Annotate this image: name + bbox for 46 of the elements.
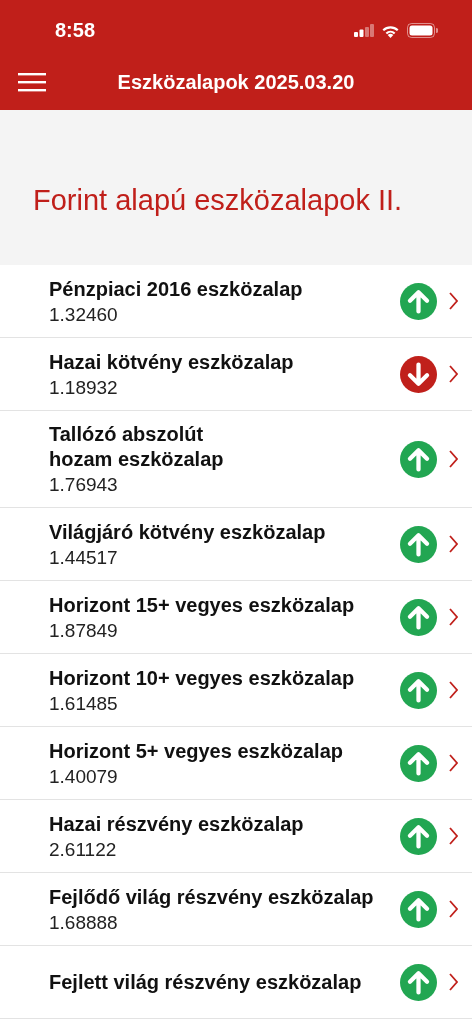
- chevron-right-icon: [449, 535, 458, 553]
- battery-icon: [407, 23, 438, 38]
- fund-row[interactable]: Hazai részvény eszközalap 2.61122: [0, 800, 472, 872]
- fund-row[interactable]: Tallózó abszolút hozam eszközalap 1.76943: [0, 411, 472, 507]
- chevron-right-icon: [449, 973, 458, 991]
- fund-name: Horizont 5+ vegyes eszközalap: [49, 738, 344, 764]
- chevron-right-icon: [449, 900, 458, 918]
- fund-value: 1.18932: [49, 376, 119, 399]
- chevron-right-icon: [449, 450, 458, 468]
- fund-value: 1.40079: [49, 765, 119, 788]
- fund-name: Hazai részvény eszközalap: [49, 811, 305, 837]
- fund-row[interactable]: Horizont 10+ vegyes eszközalap 1.61485: [0, 654, 472, 726]
- menu-button[interactable]: [18, 70, 46, 94]
- chevron-right-icon: [449, 608, 458, 626]
- signal-icon: [354, 24, 374, 37]
- fund-name: Hazai kötvény eszközalap: [49, 349, 295, 375]
- chevron-right-icon: [449, 754, 458, 772]
- section-title: Forint alapú eszközalapok II.: [33, 184, 403, 216]
- fund-row[interactable]: Világjáró kötvény eszközalap 1.44517: [0, 508, 472, 580]
- fund-name: Horizont 15+ vegyes eszközalap: [49, 592, 356, 618]
- fund-value: 2.61122: [49, 838, 118, 861]
- chevron-right-icon: [449, 681, 458, 699]
- fund-row[interactable]: Hazai kötvény eszközalap 1.18932: [0, 338, 472, 410]
- fund-name: Tallózó abszolút hozam eszközalap: [49, 422, 225, 472]
- chevron-right-icon: [449, 365, 458, 383]
- fund-row[interactable]: Horizont 15+ vegyes eszközalap 1.87849: [0, 581, 472, 653]
- fund-name: Fejlett világ részvény eszközalap: [49, 969, 363, 995]
- fund-name: Pénzpiaci 2016 eszközalap: [49, 276, 304, 302]
- chevron-right-icon: [449, 292, 458, 310]
- chevron-right-icon: [449, 827, 458, 845]
- fund-value: 1.87849: [49, 619, 119, 642]
- fund-name: Horizont 10+ vegyes eszközalap: [49, 665, 356, 691]
- screen-title: Eszközalapok 2025.03.20: [117, 71, 355, 93]
- fund-row[interactable]: Fejlett világ részvény eszközalap: [0, 946, 472, 1018]
- fund-row[interactable]: Fejlődő világ részvény eszközalap 1.68888: [0, 873, 472, 945]
- fund-value: 1.61485: [49, 692, 119, 715]
- fund-value: 1.76943: [49, 474, 119, 496]
- fund-name: Fejlődő világ részvény eszközalap: [49, 884, 375, 910]
- fund-name: Világjáró kötvény eszközalap: [49, 519, 327, 545]
- wifi-icon: [381, 23, 400, 38]
- fund-row[interactable]: Pénzpiaci 2016 eszközalap 1.32460: [0, 265, 472, 337]
- fund-value: 1.68888: [49, 911, 119, 934]
- fund-row[interactable]: Horizont 5+ vegyes eszközalap 1.40079: [0, 727, 472, 799]
- fund-value: 1.44517: [49, 546, 119, 569]
- fund-value: 1.32460: [49, 303, 119, 326]
- status-time: 8:58: [55, 19, 96, 42]
